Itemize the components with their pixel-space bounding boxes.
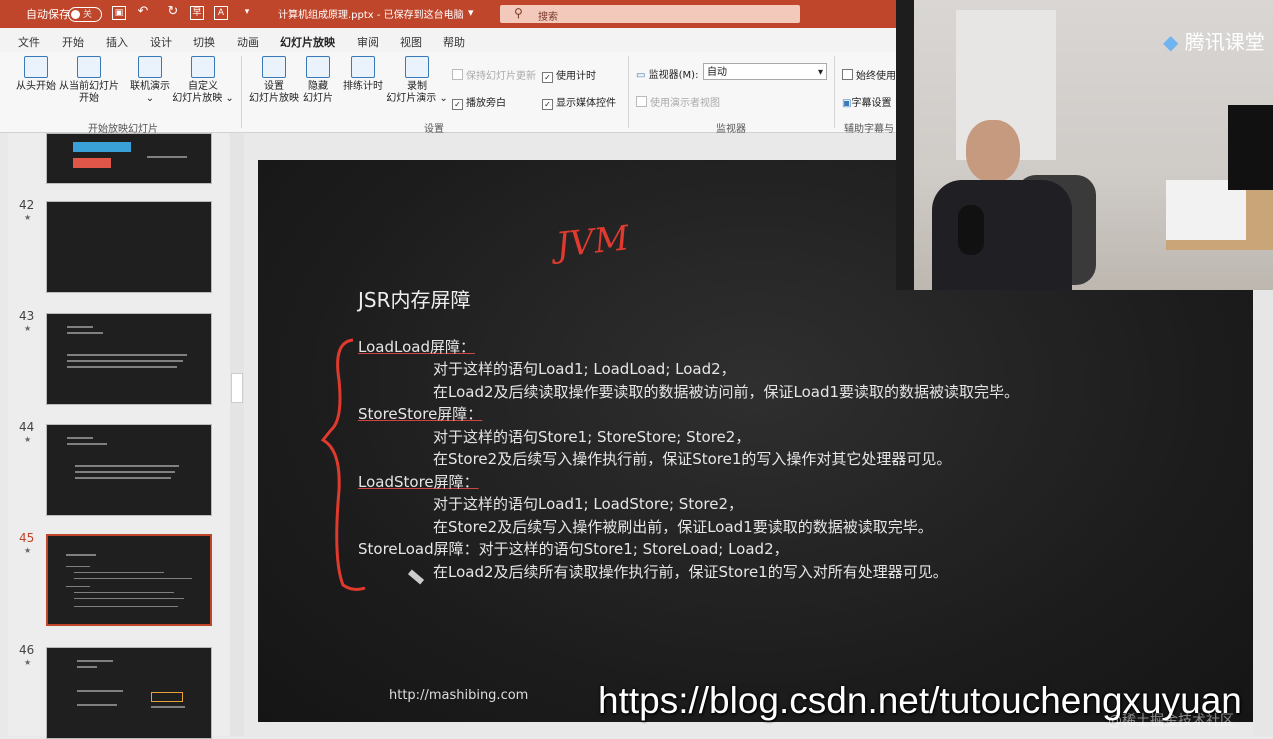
microphone-icon — [958, 205, 984, 255]
tab-slideshow[interactable]: 幻灯片放映 — [280, 34, 335, 56]
autosave-toggle[interactable]: 关 — [68, 7, 102, 22]
autosave-label: 自动保存 — [26, 8, 70, 21]
hide-slide-button[interactable]: 隐藏 幻灯片 — [300, 56, 336, 105]
play-slide-icon — [24, 56, 48, 78]
slide-line: 在Load2及后续读取操作要读取的数据被访问前，保证Load1要读取的数据被读取… — [433, 383, 1020, 401]
slide-line: 对于这样的语句Load1; LoadLoad; Load2， — [433, 360, 736, 378]
slide-line: LoadStore屏障： — [358, 473, 479, 491]
monitor-label: ▭ 监视器(M): — [636, 70, 699, 81]
tencent-classroom-logo: ◆ 腾讯课堂 — [1163, 30, 1265, 54]
pen-cursor-icon — [407, 569, 425, 585]
slide-number: 42 — [19, 198, 35, 212]
monitor-select[interactable]: 自动 ▾ — [703, 63, 827, 80]
title-dropdown-icon[interactable]: ▾ — [468, 6, 474, 19]
slide-line: StoreLoad屏障：对于这样的语句Store1; StoreLoad; Lo… — [358, 540, 789, 558]
slide-line: 在Store2及后续写入操作执行前，保证Store1的写入操作对其它处理器可见。 — [433, 450, 952, 468]
slide-title: JSR内存屏障 — [358, 288, 471, 312]
tab-file[interactable]: 文件 — [18, 34, 40, 50]
autosave-state: 关 — [83, 10, 93, 20]
slide-number: 45 — [19, 531, 35, 545]
online-present-icon — [138, 56, 162, 78]
handwritten-brace — [320, 338, 366, 591]
redo-icon[interactable]: ↻ — [166, 5, 180, 20]
from-start-button[interactable]: 从头开始 — [14, 56, 58, 93]
document-title: 计算机组成原理.pptx - 已保存到这台电脑 — [278, 10, 464, 21]
slide-thumbnail-selected[interactable] — [46, 534, 212, 626]
customize-qa-icon[interactable]: ▾ — [240, 6, 254, 20]
always-use-checkbox[interactable]: 始终使用 — [842, 67, 896, 82]
tab-animations[interactable]: 动画 — [237, 34, 259, 50]
undo-icon[interactable]: ↶ — [136, 5, 150, 20]
group-label-setup: 设置 — [424, 124, 444, 135]
slide-thumbnail[interactable] — [46, 133, 212, 184]
slide-thumbnail[interactable] — [46, 647, 212, 739]
presenter-view-checkbox[interactable]: 使用演示者视图 — [636, 94, 720, 109]
slide-footer-url: http://mashibing.com — [389, 688, 529, 703]
menu-bar: 文件 开始 插入 设计 切换 动画 幻灯片放映 审阅 视图 帮助 — [0, 28, 896, 56]
ribbon: 从头开始 从当前幻灯片 开始 联机演示 ⌄ 自定义 幻灯片放映 ⌄ 开始放映幻灯片 设… — [0, 52, 896, 135]
star-icon: ★ — [24, 213, 32, 222]
thumbnail-scrollbar[interactable] — [230, 133, 244, 736]
show-media-checkbox[interactable]: ✓ 显示媒体控件 — [542, 94, 616, 110]
use-timings-checkbox[interactable]: ✓ 使用计时 — [542, 67, 596, 83]
slide-line: 在Store2及后续写入操作被刷出前，保证Load1要读取的数据被读取完毕。 — [433, 518, 933, 536]
slide-line: 在Load2及后续所有读取操作执行前，保证Store1的写入对所有处理器可见。 — [433, 563, 948, 581]
subtitle-settings-button[interactable]: ▣字幕设置 — [842, 94, 891, 109]
slide-number: 44 — [19, 420, 35, 434]
ribbon-separator — [834, 56, 835, 128]
custom-slideshow-icon — [191, 56, 215, 78]
slide-line: LoadLoad屏障： — [358, 338, 475, 356]
tab-help[interactable]: 帮助 — [443, 34, 465, 50]
tab-view[interactable]: 视图 — [400, 34, 422, 50]
present-icon[interactable]: 早 — [190, 6, 204, 20]
search-box[interactable]: ⚲ 搜索 — [500, 5, 800, 23]
watermark-site: @稀土掘金技术社区 — [1108, 713, 1234, 729]
title-bar: 自动保存 关 ▣ ↶ ↻ 早 A ▾ 计算机组成原理.pptx - 已保存到这台… — [0, 0, 896, 28]
chevron-down-icon: ▾ — [817, 67, 823, 78]
slide-thumbnail-pane: 42 ★ 43 ★ 44 ★ 45 ★ 46 ★ — [8, 133, 230, 739]
group-label-captions: 辅助字幕与 — [844, 124, 894, 135]
slide-thumbnail[interactable] — [46, 313, 212, 405]
slide-thumbnail[interactable] — [46, 424, 212, 516]
star-icon: ★ — [24, 546, 32, 555]
play-narration-checkbox[interactable]: ✓ 播放旁白 — [452, 94, 506, 110]
keep-updated-checkbox[interactable]: 保持幻灯片更新 — [452, 67, 536, 82]
group-label-monitor: 监视器 — [716, 124, 746, 135]
search-icon: ⚲ — [514, 6, 523, 20]
tab-transitions[interactable]: 切换 — [193, 34, 215, 50]
record-slideshow-button[interactable]: 录制 幻灯片演示 ⌄ — [386, 56, 448, 105]
presenter-person — [966, 120, 1020, 182]
slide-number: 46 — [19, 643, 35, 657]
tab-review[interactable]: 审阅 — [357, 34, 379, 50]
ribbon-separator — [241, 56, 242, 128]
slide-number: 43 — [19, 309, 35, 323]
tab-home[interactable]: 开始 — [62, 34, 84, 50]
setup-icon — [262, 56, 286, 78]
save-icon[interactable]: ▣ — [112, 6, 126, 20]
star-icon: ★ — [24, 435, 32, 444]
handwritten-jvm-annotation: JVM — [554, 218, 631, 266]
slide-thumbnail[interactable] — [46, 201, 212, 293]
setup-slideshow-button[interactable]: 设置 幻灯片放映 — [248, 56, 300, 105]
slide-scrollbar[interactable] — [1253, 290, 1273, 736]
slide-line: StoreStore屏障： — [358, 405, 483, 423]
rehearse-timings-button[interactable]: 排练计时 — [340, 56, 386, 93]
star-icon: ★ — [24, 658, 32, 667]
slide-line: 对于这样的语句Load1; LoadStore; Store2， — [433, 495, 743, 513]
textbox-icon[interactable]: A — [214, 6, 228, 20]
custom-slideshow-button[interactable]: 自定义 幻灯片放映 ⌄ — [172, 56, 234, 105]
tab-design[interactable]: 设计 — [150, 34, 172, 50]
record-icon — [405, 56, 429, 78]
rehearse-timer-icon — [351, 56, 375, 78]
tab-insert[interactable]: 插入 — [106, 34, 128, 50]
play-current-icon — [77, 56, 101, 78]
star-icon: ★ — [24, 324, 32, 333]
ribbon-separator — [628, 56, 629, 128]
search-placeholder: 搜索 — [538, 12, 558, 23]
slide-line: 对于这样的语句Store1; StoreStore; Store2， — [433, 428, 751, 446]
hide-slide-icon — [306, 56, 330, 78]
from-current-button[interactable]: 从当前幻灯片 开始 — [58, 56, 120, 105]
online-present-button[interactable]: 联机演示 ⌄ — [126, 56, 174, 105]
